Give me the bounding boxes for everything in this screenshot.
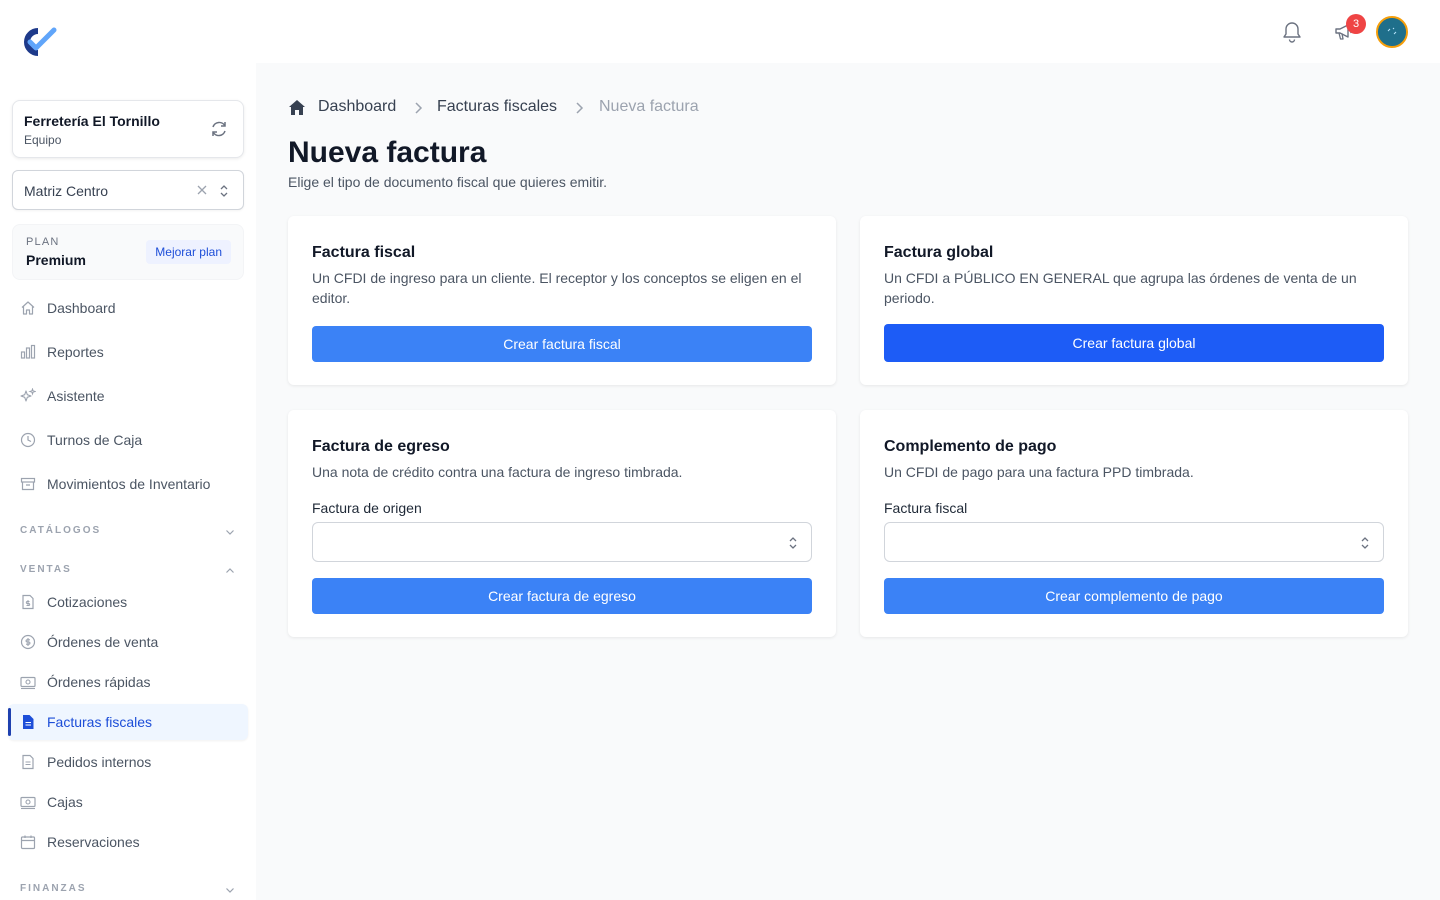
sidebar-item-ordenes-rapidas[interactable]: Órdenes rápidas: [8, 664, 248, 700]
sidebar-item-cajas[interactable]: Cajas: [8, 784, 248, 820]
sidebar-item-label: Movimientos de Inventario: [47, 476, 211, 492]
archive-box-icon: [20, 477, 36, 491]
sidebar: Ferretería El Tornillo Equipo Matriz Cen…: [0, 0, 256, 900]
close-icon[interactable]: [195, 183, 209, 197]
chevron-right-icon: [576, 102, 584, 114]
card-factura-egreso: Factura de egreso Una nota de crédito co…: [288, 410, 836, 637]
plan-label: PLAN: [26, 236, 60, 248]
sidebar-item-label: Pedidos internos: [47, 754, 152, 770]
sidebar-item-movimientos-de-inventario[interactable]: Movimientos de Inventario: [8, 466, 248, 502]
notification-count-badge: 3: [1346, 14, 1366, 34]
create-complemento-pago-button[interactable]: Crear complemento de pago: [884, 578, 1384, 614]
branch-select[interactable]: Matriz Centro: [12, 170, 244, 210]
home-icon[interactable]: [288, 99, 306, 116]
chevron-down-icon: [226, 888, 234, 893]
avatar[interactable]: [1376, 16, 1408, 48]
section-label: CATÁLOGOS: [20, 525, 102, 536]
team-switcher[interactable]: Ferretería El Tornillo Equipo: [12, 100, 244, 158]
sidebar-item-label: Cotizaciones: [47, 594, 128, 610]
card-factura-fiscal: Factura fiscal Un CFDI de ingreso para u…: [288, 216, 836, 385]
card-description: Un CFDI a PÚBLICO EN GENERAL que agrupa …: [884, 270, 1357, 306]
sidebar-item-label: Reportes: [47, 344, 104, 360]
team-role: Equipo: [24, 133, 62, 147]
card-description: Una nota de crédito contra una factura d…: [312, 464, 683, 480]
sidebar-item-label: Asistente: [47, 388, 105, 404]
currency-dollar-icon: [20, 634, 36, 650]
sidebar-item-reportes[interactable]: Reportes: [8, 334, 248, 370]
chevron-right-icon: [415, 102, 423, 114]
chevron-up-icon: [226, 568, 234, 573]
clock-icon: [20, 432, 36, 448]
sidebar-item-facturas-fiscales[interactable]: Facturas fiscales: [8, 704, 248, 740]
sidebar-item-label: Facturas fiscales: [47, 714, 153, 730]
avatar-image: [1378, 18, 1406, 46]
sidebar-item-label: Turnos de Caja: [47, 432, 143, 448]
chevron-up-down-icon: [220, 185, 228, 197]
sparkles-icon: [20, 388, 36, 402]
chevron-up-down-icon: [789, 537, 797, 549]
page-title: Nueva factura: [288, 136, 487, 169]
card-description: Un CFDI de ingreso para un cliente. El r…: [312, 270, 802, 306]
section-label: FINANZAS: [20, 883, 87, 894]
calendar-icon: [20, 835, 36, 850]
banknotes-icon: [20, 676, 36, 690]
factura-origen-label: Factura de origen: [312, 500, 422, 516]
card-title: Factura global: [884, 244, 994, 261]
section-label: VENTAS: [20, 564, 72, 575]
card-description: Un CFDI de pago para una factura PPD tim…: [884, 464, 1194, 480]
chart-bar-icon: [20, 344, 36, 359]
document-currency-icon: [22, 594, 34, 610]
upgrade-plan-button[interactable]: Mejorar plan: [146, 240, 231, 264]
sidebar-item-asistente[interactable]: Asistente: [8, 378, 248, 414]
breadcrumb-nueva-factura: Nueva factura: [599, 98, 699, 115]
sidebar-item-dashboard[interactable]: Dashboard: [8, 290, 248, 326]
breadcrumb-facturas-fiscales[interactable]: Facturas fiscales: [437, 98, 557, 116]
plan-name: Premium: [26, 252, 86, 268]
team-name: Ferretería El Tornillo: [24, 113, 160, 129]
factura-fiscal-label: Factura fiscal: [884, 500, 968, 516]
plan-card: PLAN Premium Mejorar plan: [12, 224, 244, 280]
sidebar-item-cotizaciones[interactable]: Cotizaciones: [8, 584, 248, 620]
create-factura-fiscal-button[interactable]: Crear factura fiscal: [312, 326, 812, 362]
breadcrumb-dashboard[interactable]: Dashboard: [318, 98, 396, 116]
create-factura-egreso-button[interactable]: Crear factura de egreso: [312, 578, 812, 614]
sidebar-item-ordenes-de-venta[interactable]: Órdenes de venta: [8, 624, 248, 660]
cash-register-icon: [20, 796, 36, 810]
bell-icon[interactable]: [1282, 21, 1302, 43]
sidebar-item-label: Órdenes rápidas: [47, 674, 151, 690]
card-title: Complemento de pago: [884, 438, 1057, 455]
create-factura-global-button[interactable]: Crear factura global: [884, 324, 1384, 362]
section-finanzas[interactable]: FINANZAS: [20, 881, 236, 897]
card-title: Factura de egreso: [312, 438, 450, 455]
sidebar-item-reservaciones[interactable]: Reservaciones: [8, 824, 248, 860]
app-logo[interactable]: [18, 26, 58, 58]
sidebar-item-label: Reservaciones: [47, 834, 140, 850]
sidebar-item-label: Órdenes de venta: [47, 634, 159, 650]
chevron-down-icon: [226, 530, 234, 535]
card-factura-global: Factura global Un CFDI a PÚBLICO EN GENE…: [860, 216, 1408, 385]
branch-select-value: Matriz Centro: [24, 183, 109, 199]
factura-origen-select[interactable]: [312, 522, 812, 562]
sidebar-item-label: Dashboard: [47, 300, 116, 316]
page-subtitle: Elige el tipo de documento fiscal que qu…: [288, 174, 608, 190]
arrows-refresh-icon[interactable]: [209, 119, 229, 139]
home-icon: [21, 301, 35, 315]
document-text-icon: [23, 715, 34, 729]
document-icon: [22, 754, 34, 770]
sidebar-item-label: Cajas: [47, 794, 83, 810]
chevron-up-down-icon: [1361, 537, 1369, 549]
sidebar-item-turnos-de-caja[interactable]: Turnos de Caja: [8, 422, 248, 458]
section-catalogos[interactable]: CATÁLOGOS: [20, 523, 236, 539]
sidebar-item-pedidos-internos[interactable]: Pedidos internos: [8, 744, 248, 780]
factura-fiscal-select[interactable]: [884, 522, 1384, 562]
topbar: 3: [256, 0, 1440, 63]
section-ventas[interactable]: VENTAS: [20, 562, 236, 578]
card-title: Factura fiscal: [312, 244, 416, 261]
card-complemento-pago: Complemento de pago Un CFDI de pago para…: [860, 410, 1408, 637]
